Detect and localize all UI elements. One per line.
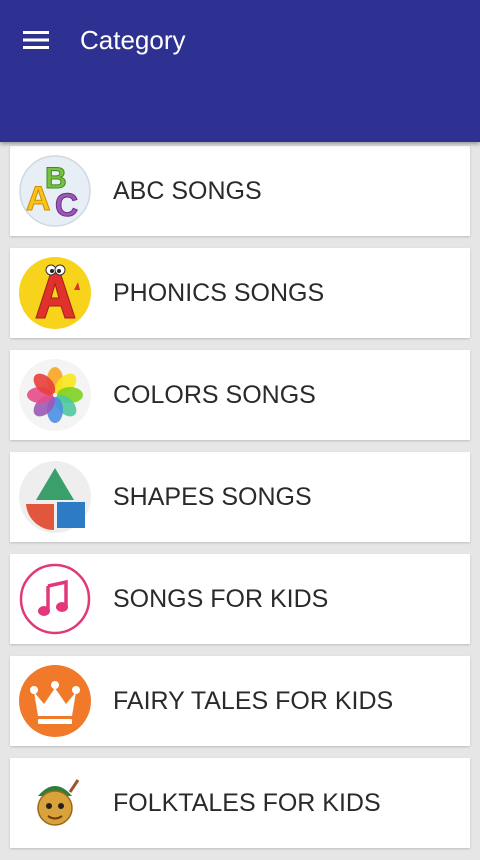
category-label: FAIRY TALES FOR KIDS	[113, 687, 394, 715]
category-item-colors-songs[interactable]: COLORS SONGS	[10, 350, 470, 440]
category-item-fairy-tales-for-kids[interactable]: FAIRY TALES FOR KIDS	[10, 656, 470, 746]
category-label: SONGS FOR KIDS	[113, 585, 329, 613]
svg-text:C: C	[55, 187, 78, 223]
shapes-icon	[18, 460, 92, 534]
category-label: PHONICS SONGS	[113, 279, 325, 307]
menu-button[interactable]	[16, 22, 56, 58]
category-item-shapes-songs[interactable]: SHAPES SONGS	[10, 452, 470, 542]
app-bar: Category	[0, 0, 480, 142]
hamburger-menu-icon	[23, 31, 49, 49]
category-label: COLORS SONGS	[113, 381, 316, 409]
music-note-icon	[18, 562, 92, 636]
category-item-phonics-songs[interactable]: PHONICS SONGS	[10, 248, 470, 338]
page-title: Category	[80, 25, 186, 55]
category-label: FOLKTALES FOR KIDS	[113, 789, 381, 817]
letter-a-character-icon	[18, 256, 92, 330]
category-item-folktales-for-kids[interactable]: FOLKTALES FOR KIDS	[10, 758, 470, 848]
category-item-songs-for-kids[interactable]: SONGS FOR KIDS	[10, 554, 470, 644]
crown-icon	[18, 664, 92, 738]
category-label: SHAPES SONGS	[113, 483, 312, 511]
color-flower-icon	[18, 358, 92, 432]
category-item-abc-songs[interactable]: A B C ABC SONGS	[10, 146, 470, 236]
category-label: ABC SONGS	[113, 177, 262, 205]
abc-letters-icon: A B C	[18, 154, 92, 228]
folktale-character-icon	[18, 766, 92, 840]
category-list: A B C ABC SONGS PHONICS SONGS COLORS SON…	[10, 146, 470, 860]
